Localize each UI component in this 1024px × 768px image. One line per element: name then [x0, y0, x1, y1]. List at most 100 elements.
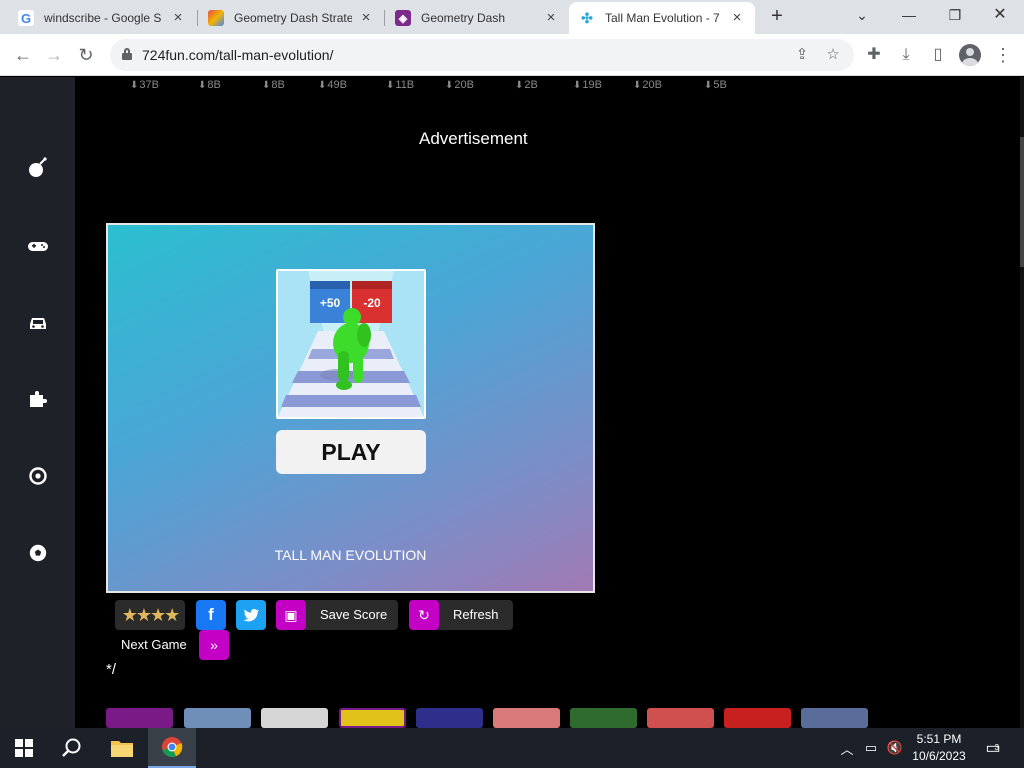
close-window-button[interactable]: ✕ [986, 4, 1014, 26]
share-icon[interactable]: ⇪ [792, 45, 812, 65]
page-content: ⬇37B ⬇8B ⬇8B ⬇49B ⬇11B ⬇20B ⬇2B ⬇19B ⬇20… [0, 77, 1024, 728]
google-icon: G [18, 10, 34, 26]
refresh-icon: ↻ [409, 600, 439, 630]
bookmark-star-icon[interactable]: ☆ [823, 45, 843, 65]
notification-center-button[interactable]: ▭ 3 [980, 728, 1006, 768]
star-icon[interactable]: ★ [150, 605, 166, 625]
minimize-button[interactable]: — [895, 4, 923, 26]
tab-search-chevron-icon[interactable]: ⌄ [848, 4, 876, 26]
star-rating[interactable]: ★★★★ [115, 600, 185, 630]
download-count: ⬇49B [318, 79, 347, 91]
reload-icon[interactable]: ↻ [73, 42, 99, 68]
download-count: ⬇5B [704, 79, 727, 91]
more-game-thumbnail[interactable] [570, 708, 637, 728]
game-thumbnail[interactable]: +50 -20 [276, 269, 426, 419]
more-game-thumbnail[interactable] [184, 708, 251, 728]
more-game-thumbnail[interactable] [647, 708, 714, 728]
back-arrow-icon[interactable]: ← [10, 42, 36, 68]
lock-icon[interactable] [122, 48, 132, 60]
play-button[interactable]: PLAY [276, 430, 426, 474]
chrome-taskbar-button[interactable] [148, 728, 196, 768]
gamepad-icon[interactable] [25, 234, 51, 260]
clock-time: 5:51 PM [916, 732, 962, 746]
chrome-icon [162, 737, 183, 758]
download-icon[interactable]: ⤓ [895, 44, 917, 66]
page-scrollbar[interactable] [1020, 77, 1024, 728]
advertisement-label: Advertisement [419, 129, 528, 148]
folder-icon [111, 741, 133, 757]
game-thumbnail-art: +50 -20 [278, 271, 424, 417]
tab-tall-man-evolution[interactable]: ✣ Tall Man Evolution - 7 × [569, 2, 755, 34]
chevron-up-icon[interactable]: ︿ [838, 728, 856, 768]
close-tab-icon[interactable]: × [170, 10, 186, 26]
download-icon: ⬇ [198, 80, 207, 91]
network-icon[interactable]: ▭ [862, 728, 880, 768]
soccer-ball-icon[interactable] [25, 541, 51, 567]
car-icon[interactable] [25, 311, 51, 337]
puzzle-icon[interactable] [25, 387, 51, 413]
geometry-dash-icon: ◈ [395, 10, 411, 26]
double-chevron-right-icon: » [199, 630, 229, 660]
close-tab-icon[interactable]: × [358, 10, 374, 26]
star-icon[interactable]: ★ [164, 605, 180, 625]
star-icon[interactable]: ★ [122, 605, 138, 625]
download-count: ⬇8B [198, 79, 221, 91]
tab-title: Geometry Dash Strate [234, 11, 352, 25]
tab-strip: G windscribe - Google S × Geometry Dash … [0, 0, 1024, 34]
more-game-thumbnail[interactable] [416, 708, 483, 728]
more-game-thumbnail[interactable] [801, 708, 868, 728]
side-panel-icon[interactable]: ▯ [927, 44, 949, 66]
url-text[interactable]: 724fun.com/tall-man-evolution/ [142, 47, 333, 63]
windows-logo-icon [15, 739, 33, 757]
game-frame[interactable]: +50 -20 PLAY TALL MAN EVOLUTION [106, 223, 595, 593]
tab-title: windscribe - Google S [44, 11, 162, 25]
more-game-thumbnail[interactable] [339, 708, 406, 728]
browser-toolbar: ← → ↻ 724fun.com/tall-man-evolution/ ⇪ ☆… [0, 34, 1024, 76]
tab-title: Tall Man Evolution - 7 [605, 11, 720, 25]
file-explorer-button[interactable] [98, 728, 146, 768]
twitter-bird-icon [243, 609, 260, 622]
download-icon: ⬇ [318, 80, 327, 91]
gate-minus-label: -20 [363, 296, 381, 310]
more-game-thumbnail[interactable] [106, 708, 173, 728]
tab-geometry-dash-strategy[interactable]: Geometry Dash Strate × [198, 2, 384, 34]
more-game-thumbnail[interactable] [493, 708, 560, 728]
more-game-thumbnail[interactable] [724, 708, 791, 728]
download-icon: ⬇ [633, 80, 642, 91]
refresh-button[interactable]: ↻ Refresh [409, 600, 513, 630]
tab-title: Geometry Dash [421, 11, 506, 25]
search-button[interactable] [48, 728, 96, 768]
forward-arrow-icon[interactable]: → [41, 42, 67, 68]
game-actions: ★★★★ f ▣ Save Score ↻ Refresh Next Game … [115, 600, 535, 660]
star-icon[interactable]: ★ [136, 605, 152, 625]
target-icon[interactable] [25, 464, 51, 490]
bomb-icon[interactable] [25, 156, 51, 182]
download-count: ⬇37B [130, 79, 159, 91]
windows-taskbar: ︿ ▭ 🔇 5:51 PM 10/6/2023 ▭ 3 [0, 728, 1024, 768]
facebook-share-button[interactable]: f [196, 600, 226, 630]
stray-comment-text: */ [106, 661, 117, 678]
download-count: ⬇8B [262, 79, 285, 91]
download-icon: ⬇ [573, 80, 582, 91]
more-menu-icon[interactable]: ⋮ [992, 44, 1014, 66]
close-tab-icon[interactable]: × [543, 10, 559, 26]
tab-geometry-dash[interactable]: ◈ Geometry Dash × [385, 2, 569, 34]
system-clock[interactable]: 5:51 PM 10/6/2023 [906, 731, 972, 765]
tab-windscribe[interactable]: G windscribe - Google S × [8, 2, 196, 34]
gate-plus-label: +50 [320, 296, 341, 310]
twitter-share-button[interactable] [236, 600, 266, 630]
profile-avatar[interactable] [959, 44, 981, 66]
more-game-thumbnail[interactable] [261, 708, 328, 728]
close-tab-icon[interactable]: × [729, 10, 745, 26]
new-tab-button[interactable]: + [766, 6, 788, 28]
download-counts-row: ⬇37B ⬇8B ⬇8B ⬇49B ⬇11B ⬇20B ⬇2B ⬇19B ⬇20… [0, 79, 1024, 95]
volume-muted-icon[interactable]: 🔇 [885, 728, 905, 768]
facebook-icon: f [208, 605, 214, 624]
download-count: ⬇19B [573, 79, 602, 91]
start-button[interactable] [0, 728, 48, 768]
next-game-button[interactable]: Next Game » [115, 630, 229, 660]
restore-button[interactable]: ❐ [941, 4, 969, 26]
address-bar[interactable]: 724fun.com/tall-man-evolution/ ⇪ ☆ [110, 39, 854, 71]
save-score-button[interactable]: ▣ Save Score [276, 600, 398, 630]
extensions-puzzle-icon[interactable]: ✚ [863, 44, 885, 66]
